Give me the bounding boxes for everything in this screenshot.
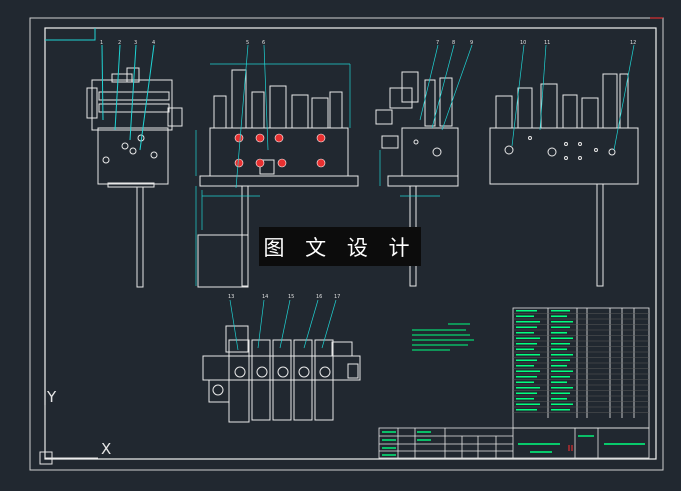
leader-label: 11 [544,40,550,46]
front-view-leaders [101,44,155,151]
leader-label: 4 [152,40,155,46]
ucs-x-label: X [101,440,112,458]
leader-label: 9 [470,40,473,46]
leader-label: 13 [228,294,234,300]
side-view-ports [234,133,326,168]
leader-label: 7 [436,40,439,46]
leader-label: 5 [246,40,249,46]
front-view-labels: 1 2 3 4 [100,40,155,46]
leader-label: 14 [262,294,268,300]
rear-view-labels: 7 8 9 [436,40,473,46]
section-view-leaders [511,44,635,151]
leader-label: 8 [452,40,455,46]
parts-list-rows [513,313,649,413]
leader-label: 16 [316,294,322,300]
leader-label: 1 [100,40,103,46]
title-block-entries [382,431,645,456]
leader-label: 3 [134,40,137,46]
side-view-labels: 5 6 [246,40,265,46]
top-view-leaders [229,299,337,351]
front-view [86,67,183,288]
leader-label: 10 [520,40,526,46]
frame-corner-mark [45,28,96,41]
leader-label: 6 [262,40,265,46]
ucs-y-label: Y [47,388,57,406]
leader-label: 2 [118,40,121,46]
title-block-marks [568,445,573,451]
section-view [489,73,639,287]
watermark-banner: 图 文 设 计 [259,227,421,266]
leader-label: 17 [334,294,340,300]
top-view-labels: 13 14 15 16 17 [228,294,340,300]
watermark-text: 图 文 设 计 [263,235,417,260]
technical-notes [412,323,474,351]
parts-list-entries [516,309,573,411]
leader-label: 15 [288,294,294,300]
section-view-labels: 10 11 12 [520,40,636,46]
leader-label: 12 [630,40,636,46]
